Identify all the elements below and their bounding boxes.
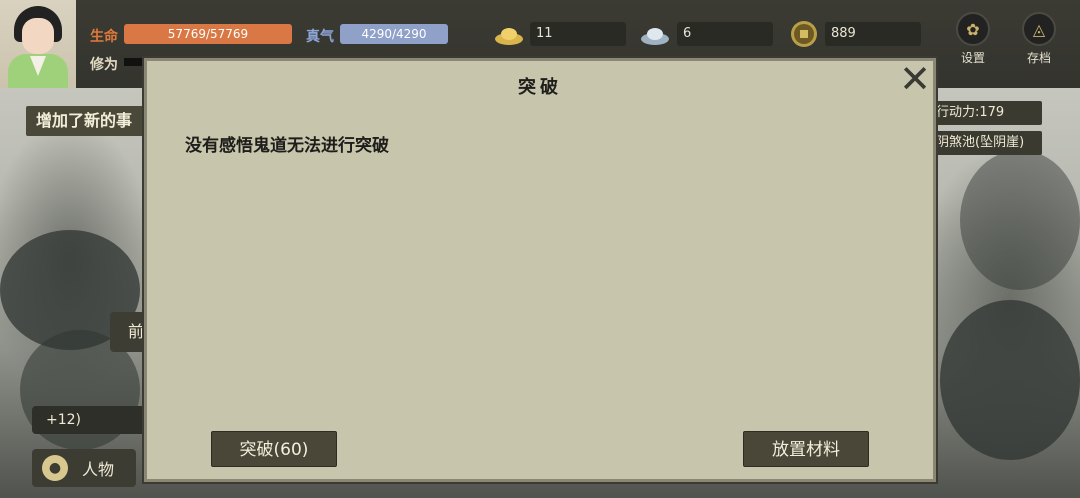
settings-label: 设置: [960, 51, 985, 65]
place-materials-button[interactable]: 放置材料: [743, 431, 869, 467]
pine-tree-right: [940, 300, 1080, 460]
save-icon: ◬: [1022, 12, 1056, 46]
qi-label: 真气: [306, 29, 334, 45]
hp-bar: 57769/57769: [124, 24, 292, 44]
dialog-message: 没有感悟鬼道无法进行突破: [185, 136, 389, 156]
breakthrough-dialog: 突破 ✕ 没有感悟鬼道无法进行突破 突破(60) 放置材料: [144, 58, 936, 482]
current-location: 阴煞池(坠阴崖): [928, 131, 1042, 155]
gold-ingot-icon: [495, 28, 523, 45]
character-button[interactable]: ● 人物: [32, 449, 136, 487]
silver-count: 6: [677, 22, 773, 46]
left-info-chip: +12): [32, 406, 150, 434]
close-icon[interactable]: ✕: [895, 59, 935, 99]
qi-bar: 4290/4290: [340, 24, 448, 44]
save-label: 存档: [1026, 51, 1051, 65]
breakthrough-button[interactable]: 突破(60): [211, 431, 337, 467]
cliff-right: [960, 150, 1080, 290]
character-button-label: 人物: [82, 460, 115, 479]
silver-ingot-icon: [641, 28, 669, 45]
copper-count: 889: [825, 22, 921, 46]
settings-button[interactable]: ✿ 设置: [948, 12, 998, 72]
action-points: 行动力:179: [928, 101, 1042, 125]
gold-count: 11: [530, 22, 626, 46]
cultivation-label: 修为: [90, 57, 118, 73]
hp-label: 生命: [90, 29, 118, 45]
save-button[interactable]: ◬ 存档: [1014, 12, 1064, 72]
gear-icon: ✿: [956, 12, 990, 46]
person-icon: ●: [42, 455, 68, 481]
event-banner[interactable]: 增加了新的事: [26, 106, 156, 136]
copper-coin-icon: [791, 21, 817, 47]
dialog-title: 突破: [518, 77, 562, 98]
player-avatar[interactable]: [0, 0, 76, 88]
